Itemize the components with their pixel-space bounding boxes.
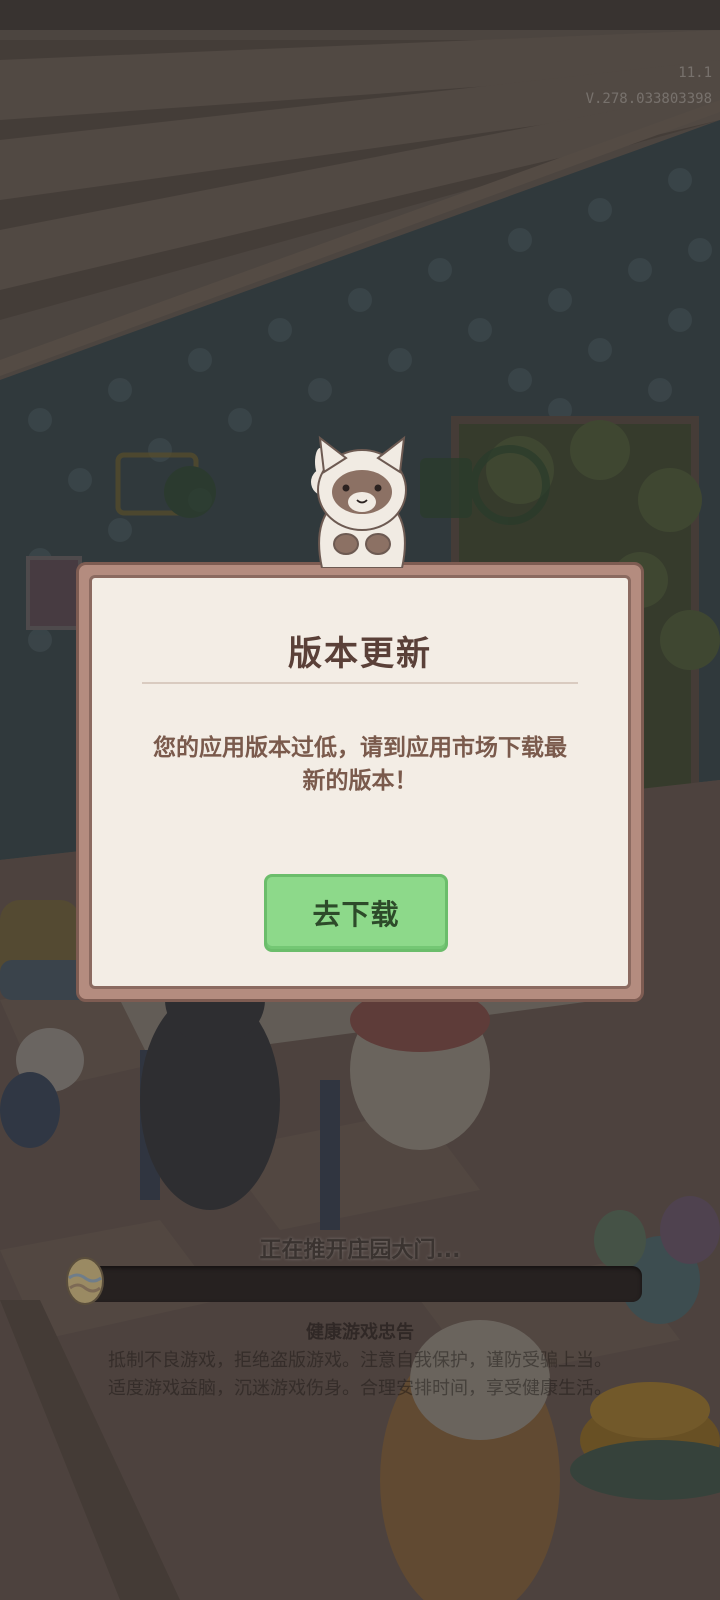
health-warning-line-1: 抵制不良游戏，拒绝盗版游戏。注意自我保护，谨防受骗上当。 [108, 1350, 612, 1371]
loading-text: 正在推开庄园大门... [259, 1238, 461, 1263]
update-dialog-panel: 版本更新 您的应用版本过低，请到应用市场下载最新的版本！ 去下载 [89, 575, 631, 989]
health-warning-title: 健康游戏忠告 [306, 1322, 414, 1343]
dialog-message: 您的应用版本过低，请到应用市场下载最新的版本！ [153, 735, 567, 794]
download-button[interactable]: 去下载 [264, 874, 448, 952]
game-screen: 11.1 V.278.033803398 正在推开庄园大门... 健康游戏忠告 … [0, 0, 720, 1600]
cat-mascot-icon [311, 435, 407, 568]
version-line-2: V.278.033803398 [585, 91, 712, 107]
version-info: 11.1 V.278.033803398 [586, 60, 712, 112]
dialog-title: 版本更新 [288, 634, 432, 674]
status-bar [0, 0, 720, 30]
health-warning-line-2: 适度游戏益脑，沉迷游戏伤身。合理安排时间，享受健康生活。 [108, 1378, 612, 1399]
loading-progress-bar [78, 1266, 642, 1302]
dialog-divider [142, 682, 578, 684]
version-line-1: 11.1 [678, 65, 712, 81]
easter-egg-icon [66, 1257, 104, 1305]
update-dialog: 版本更新 您的应用版本过低，请到应用市场下载最新的版本！ 去下载 [76, 562, 644, 1002]
